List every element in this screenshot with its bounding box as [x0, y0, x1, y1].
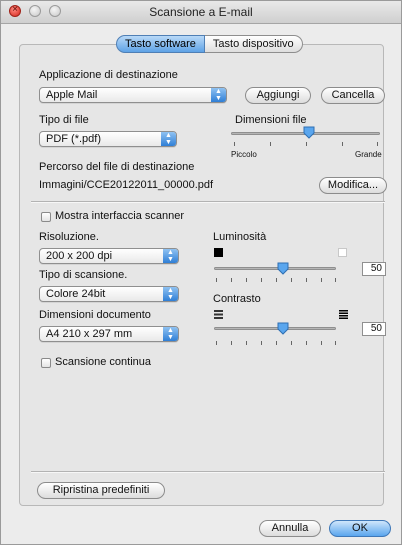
brightness-label: Luminosità — [213, 231, 267, 243]
separator-bottom — [31, 471, 385, 473]
doc-size-select[interactable]: A4 210 x 297 mm ▲ ▼ — [39, 326, 179, 342]
title-bar: × Scansione a E-mail — [1, 1, 401, 24]
window-title: Scansione a E-mail — [149, 5, 253, 19]
scan-type-select[interactable]: Colore 24bit ▲ ▼ — [39, 286, 179, 302]
select-arrows-icon: ▲ ▼ — [211, 88, 226, 102]
contrast-slider-thumb[interactable] — [277, 322, 289, 335]
contrast-slider-track[interactable] — [214, 327, 336, 330]
select-arrows-icon: ▲ ▼ — [163, 327, 178, 341]
doc-size-value: A4 210 x 297 mm — [46, 328, 133, 340]
contrast-value-field[interactable]: 50 — [362, 322, 386, 336]
ok-button[interactable]: OK — [329, 520, 391, 537]
resolution-select[interactable]: 200 x 200 dpi ▲ ▼ — [39, 248, 179, 264]
dialog-window: × Scansione a E-mail Tasto software Tast… — [0, 0, 402, 545]
contrast-low-icon — [214, 310, 223, 319]
brightness-slider-track[interactable] — [214, 267, 336, 270]
file-type-value: PDF (*.pdf) — [46, 133, 102, 145]
tab-software-button[interactable]: Tasto software — [116, 35, 205, 53]
brightness-slider-thumb[interactable] — [277, 262, 289, 275]
doc-size-label: Dimensioni documento — [39, 309, 151, 321]
brightness-ticks — [216, 278, 336, 282]
dest-path-value: Immagini/CCE20122011_00000.pdf — [39, 179, 214, 191]
scan-type-label: Tipo di scansione. — [39, 269, 128, 281]
brightness-dark-icon — [214, 248, 223, 257]
select-arrows-icon: ▲ ▼ — [163, 287, 178, 301]
brightness-value-field[interactable]: 50 — [362, 262, 386, 276]
add-button[interactable]: Aggiungi — [245, 87, 311, 104]
resolution-value: 200 x 200 dpi — [46, 250, 113, 262]
file-size-slider-thumb[interactable] — [303, 126, 315, 139]
dest-path-label: Percorso del file di destinazione — [39, 161, 195, 173]
file-size-min-label: Piccolo — [231, 150, 257, 159]
cancel-button[interactable]: Annulla — [259, 520, 321, 537]
delete-button[interactable]: Cancella — [321, 87, 385, 104]
show-scanner-label: Mostra interfaccia scanner — [55, 210, 184, 222]
restore-defaults-button[interactable]: Ripristina predefiniti — [37, 482, 165, 499]
dest-app-label: Applicazione di destinazione — [39, 69, 178, 81]
file-size-label: Dimensioni file — [235, 114, 307, 126]
file-size-ticks — [234, 142, 378, 146]
file-type-label: Tipo di file — [39, 114, 89, 126]
select-arrows-icon: ▲ ▼ — [163, 249, 178, 263]
contrast-label: Contrasto — [213, 293, 261, 305]
scan-type-value: Colore 24bit — [46, 288, 106, 300]
brightness-light-icon — [338, 248, 347, 257]
select-arrows-icon: ▲ ▼ — [161, 132, 176, 146]
modify-button[interactable]: Modifica... — [319, 177, 387, 194]
contrast-ticks — [216, 341, 336, 345]
dest-app-value: Apple Mail — [46, 89, 98, 101]
contrast-high-icon — [339, 310, 348, 319]
show-scanner-checkbox[interactable] — [41, 212, 51, 222]
file-size-max-label: Grande — [355, 150, 382, 159]
file-type-select[interactable]: PDF (*.pdf) ▲ ▼ — [39, 131, 177, 147]
resolution-label: Risoluzione. — [39, 231, 99, 243]
tab-device-button[interactable]: Tasto dispositivo — [204, 35, 303, 53]
separator-top — [31, 201, 385, 203]
dest-app-select[interactable]: Apple Mail ▲ ▼ — [39, 87, 227, 103]
continuous-scan-checkbox[interactable] — [41, 358, 51, 368]
tab-bar: Tasto software Tasto dispositivo — [116, 35, 303, 53]
continuous-scan-label: Scansione continua — [55, 356, 152, 368]
